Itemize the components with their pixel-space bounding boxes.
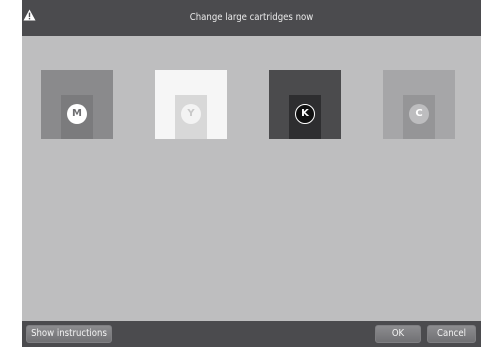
bottom-bar: Show instructions OK Cancel xyxy=(22,321,481,347)
cartridge-row: M Y K C xyxy=(22,70,481,140)
cartridge-yellow: Y xyxy=(155,70,227,139)
cartridge-label: Y xyxy=(181,104,201,124)
cartridge-label: M xyxy=(67,104,87,124)
printer-screen: Change large cartridges now M Y K C Show… xyxy=(22,0,481,347)
cartridge-cyan: C xyxy=(383,70,455,139)
show-instructions-button[interactable]: Show instructions xyxy=(26,325,112,343)
cartridge-label: C xyxy=(409,104,429,124)
dialog-title: Change large cartridges now xyxy=(189,12,314,23)
cartridge-magenta: M xyxy=(41,70,113,139)
title-bar: Change large cartridges now xyxy=(22,0,481,36)
ok-button[interactable]: OK xyxy=(375,325,421,343)
cancel-button[interactable]: Cancel xyxy=(427,325,476,343)
cartridge-black: K xyxy=(269,70,341,139)
cartridge-label: K xyxy=(295,104,315,124)
